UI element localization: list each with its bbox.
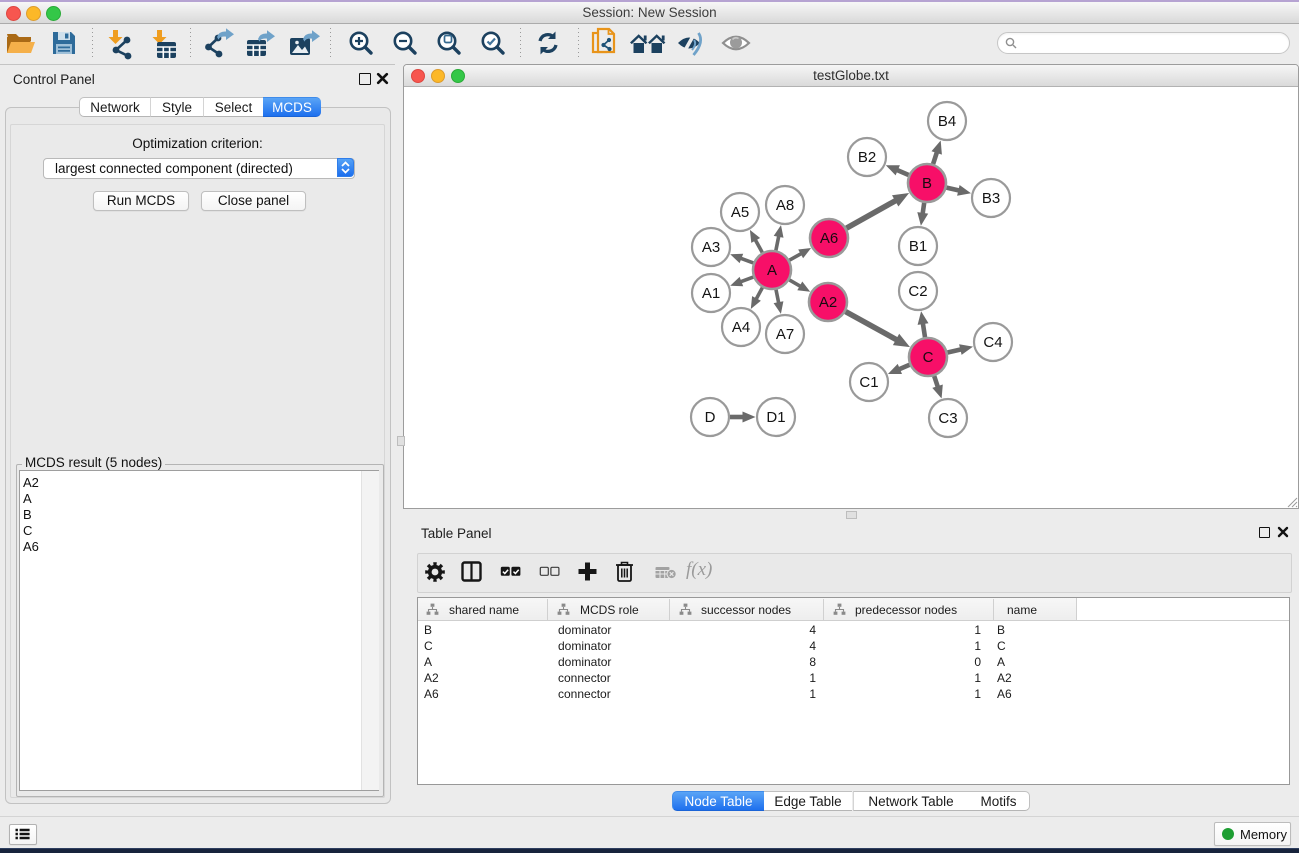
svg-text:C4: C4 <box>983 334 1002 351</box>
svg-text:A7: A7 <box>776 326 794 343</box>
svg-text:A8: A8 <box>776 197 794 214</box>
svg-text:B4: B4 <box>938 113 956 130</box>
svg-text:A3: A3 <box>702 239 720 256</box>
svg-text:B: B <box>922 175 932 192</box>
svg-text:B1: B1 <box>909 238 927 255</box>
svg-text:A2: A2 <box>819 294 837 311</box>
svg-text:C3: C3 <box>938 410 957 427</box>
svg-text:D: D <box>705 409 716 426</box>
svg-text:B2: B2 <box>858 149 876 166</box>
svg-text:A1: A1 <box>702 285 720 302</box>
svg-text:A6: A6 <box>820 230 838 247</box>
svg-text:A5: A5 <box>731 204 749 221</box>
svg-text:C2: C2 <box>908 283 927 300</box>
svg-text:A: A <box>767 262 777 279</box>
svg-text:B3: B3 <box>982 190 1000 207</box>
svg-text:C: C <box>923 349 934 366</box>
svg-text:A4: A4 <box>732 319 750 336</box>
svg-text:D1: D1 <box>766 409 785 426</box>
svg-text:C1: C1 <box>859 374 878 391</box>
